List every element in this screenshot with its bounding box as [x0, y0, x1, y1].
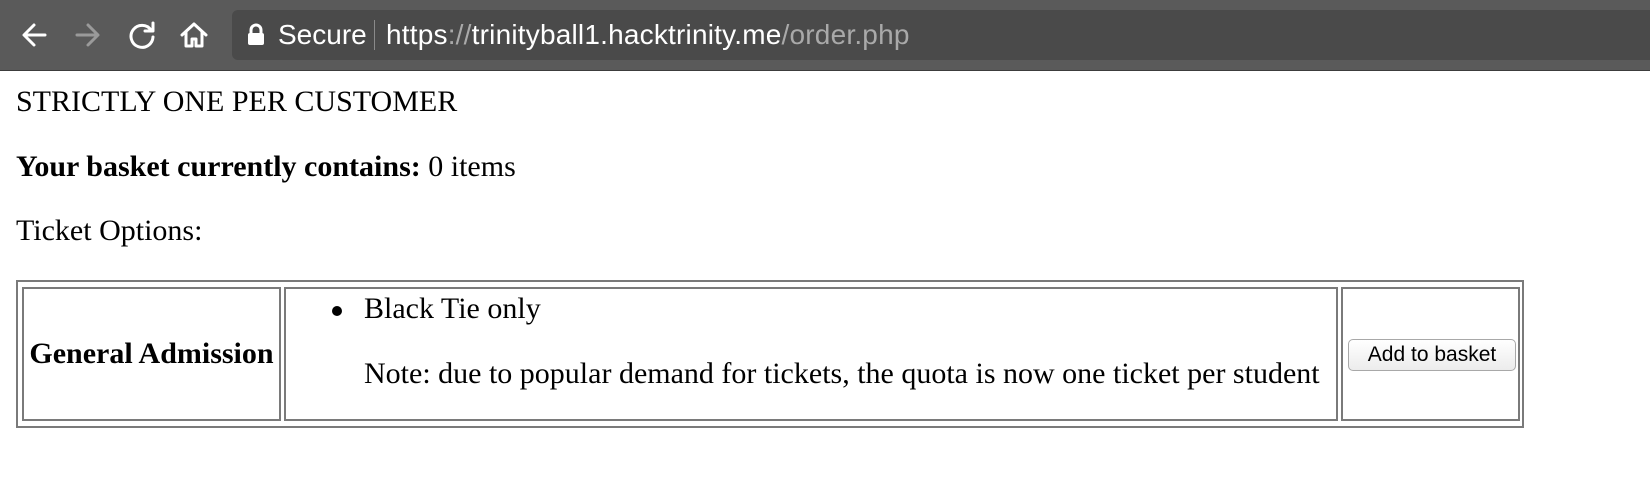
ticket-dress-code: Black Tie only: [364, 292, 541, 325]
address-bar[interactable]: Secure https://trinityball1.hacktrinity.…: [232, 10, 1650, 60]
home-button[interactable]: [172, 12, 216, 58]
reload-button[interactable]: [120, 12, 164, 58]
url-scheme: https: [386, 19, 448, 50]
omnibox-divider: [374, 20, 375, 50]
ticket-note: Note: due to popular demand for tickets,…: [364, 357, 1320, 390]
bullet-icon: [332, 306, 342, 316]
url-text[interactable]: https://trinityball1.hacktrinity.me/orde…: [386, 20, 910, 50]
ticket-name: General Admission: [29, 337, 274, 370]
secure-label: Secure: [278, 19, 367, 50]
ticket-description-cell: Black Tie only Note: due to popular dema…: [284, 287, 1338, 421]
basket-status: Your basket currently contains: 0 items: [16, 149, 516, 185]
reload-icon: [129, 21, 155, 49]
ticket-action-cell: Add to basket: [1341, 287, 1520, 421]
forward-button[interactable]: [66, 12, 110, 58]
ticket-name-cell: General Admission: [22, 287, 281, 421]
ticket-options-heading: Ticket Options:: [16, 214, 203, 247]
ticket-table: General Admission Black Tie only Note: d…: [16, 280, 1524, 428]
add-to-basket-button[interactable]: Add to basket: [1348, 339, 1516, 371]
url-path: /order.php: [781, 19, 910, 50]
url-separator: ://: [447, 19, 472, 50]
home-icon: [180, 22, 208, 48]
basket-label: Your basket currently contains:: [16, 150, 421, 183]
forward-arrow-icon: [75, 23, 100, 47]
notice-text: STRICTLY ONE PER CUSTOMER: [16, 85, 458, 118]
basket-count: 0 items: [428, 150, 516, 183]
back-button[interactable]: [12, 12, 56, 58]
browser-toolbar: Secure https://trinityball1.hacktrinity.…: [0, 0, 1650, 71]
url-host: trinityball1.hacktrinity.me: [471, 19, 782, 50]
lock-icon: [248, 23, 264, 45]
back-arrow-icon: [22, 23, 47, 47]
